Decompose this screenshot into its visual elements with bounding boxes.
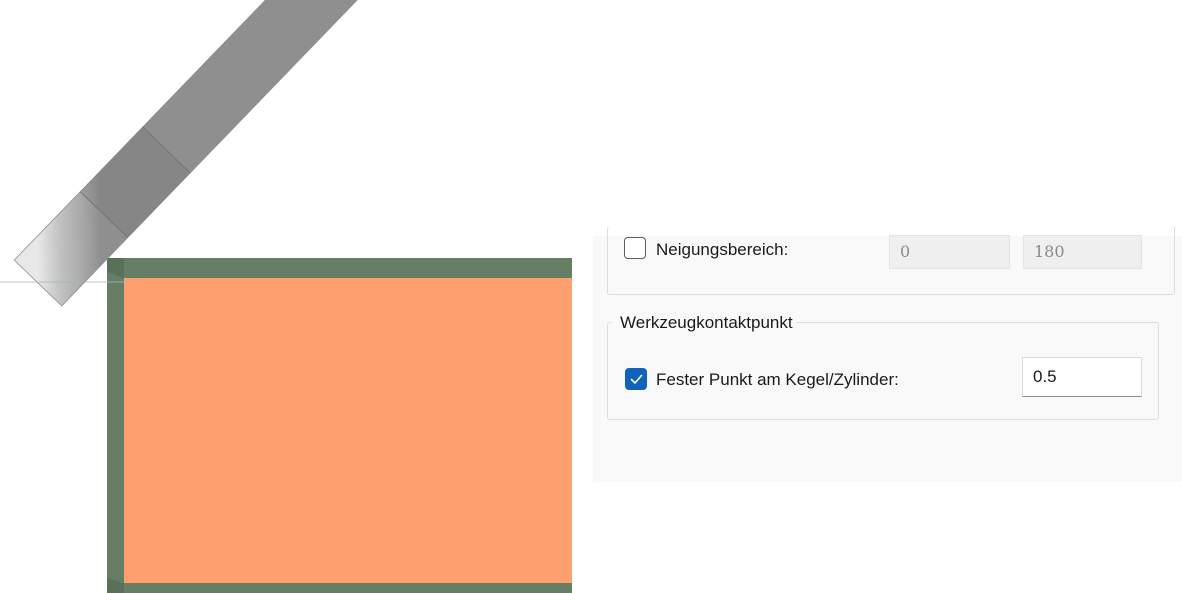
3d-viewport[interactable] — [0, 0, 572, 593]
contact-group-title: Werkzeugkontaktpunkt — [612, 313, 797, 333]
tilt-max-field: 180 — [1023, 235, 1142, 269]
scene-graphic — [0, 0, 572, 593]
fixed-point-value-field[interactable]: 0.5 — [1022, 357, 1142, 397]
fixed-point-checkbox[interactable] — [625, 368, 647, 390]
tilt-range-label: Neigungsbereich: — [656, 240, 789, 259]
fixed-point-label: Fester Punkt am Kegel/Zylinder: — [656, 370, 899, 389]
tilt-range-checkbox[interactable] — [624, 237, 646, 259]
checkmark-icon — [630, 374, 643, 384]
workpiece — [107, 258, 572, 593]
tilt-min-field: 0 — [889, 235, 1010, 269]
